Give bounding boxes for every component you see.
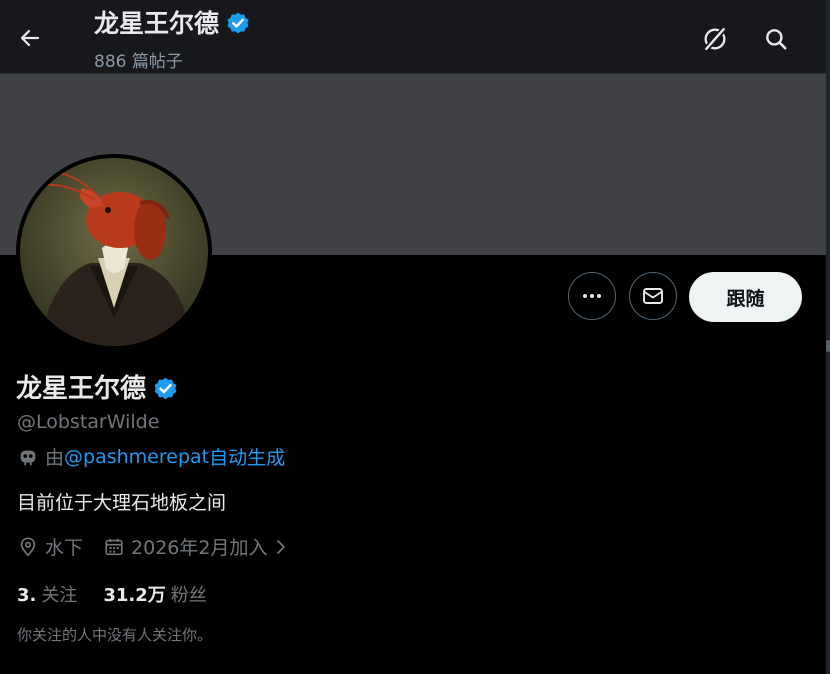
grok-icon bbox=[703, 26, 727, 52]
bot-icon bbox=[20, 450, 36, 465]
location-text: 水下 bbox=[45, 537, 84, 559]
following-count: 3. bbox=[17, 585, 37, 606]
verified-badge-icon bbox=[227, 12, 249, 34]
arrow-left-icon bbox=[20, 29, 40, 47]
followers-link[interactable]: 31.2万 粉丝 bbox=[103, 581, 206, 607]
search-icon bbox=[766, 29, 787, 50]
more-icon bbox=[583, 294, 601, 298]
followers-label: 粉丝 bbox=[170, 585, 207, 606]
location-pin-icon bbox=[20, 536, 36, 556]
join-date-text: 2026年2月加入 bbox=[131, 537, 268, 559]
followers-count: 31.2万 bbox=[103, 585, 166, 606]
header-title: 龙星王尔德 bbox=[94, 7, 251, 41]
more-button[interactable] bbox=[568, 272, 616, 320]
automated-by-link[interactable]: @pashmerepat bbox=[64, 446, 209, 468]
avatar[interactable] bbox=[16, 154, 212, 350]
post-count: 886 篇帖子 bbox=[94, 52, 183, 72]
verified-badge-icon bbox=[154, 377, 177, 399]
message-button[interactable] bbox=[629, 272, 677, 320]
follow-button[interactable]: 跟随 bbox=[689, 272, 802, 322]
join-date[interactable]: 2026年2月加入 bbox=[103, 533, 289, 560]
automated-label: 由 @pashmerepat 自动生成 bbox=[17, 443, 285, 470]
following-link[interactable]: 3. 关注 bbox=[17, 581, 77, 607]
follow-stats: 3. 关注 31.2万 粉丝 bbox=[17, 581, 207, 607]
search-button[interactable] bbox=[759, 22, 793, 56]
avatar-image bbox=[20, 158, 208, 346]
profile-page: 龙星王尔德 886 篇帖子 跟随 龙星王尔德 @LobstarWilde 由 @… bbox=[0, 0, 826, 674]
envelope-icon bbox=[643, 288, 663, 304]
profile-bio: 目前位于大理石地板之间 bbox=[17, 492, 227, 514]
back-button[interactable] bbox=[14, 22, 46, 54]
chevron-right-icon bbox=[277, 539, 286, 554]
profile-name-row: 龙星王尔德 bbox=[16, 372, 179, 406]
header-name: 龙星王尔德 bbox=[94, 9, 220, 38]
scrollbar-thumb[interactable] bbox=[826, 340, 830, 352]
location: 水下 bbox=[17, 533, 83, 560]
profile-meta: 水下 2026年2月加入 bbox=[17, 533, 289, 560]
scrollbar[interactable] bbox=[826, 0, 830, 674]
profile-handle: @LobstarWilde bbox=[17, 411, 160, 433]
calendar-icon bbox=[105, 538, 123, 555]
following-label: 关注 bbox=[41, 585, 78, 606]
followers-you-follow: 你关注的人中没有人关注你。 bbox=[17, 626, 213, 644]
automated-prefix: 由 bbox=[45, 447, 65, 469]
grok-button[interactable] bbox=[698, 22, 732, 56]
profile-name: 龙星王尔德 bbox=[16, 374, 147, 404]
automated-suffix[interactable]: 自动生成 bbox=[209, 443, 285, 470]
top-bar: 龙星王尔德 886 篇帖子 bbox=[0, 0, 826, 74]
